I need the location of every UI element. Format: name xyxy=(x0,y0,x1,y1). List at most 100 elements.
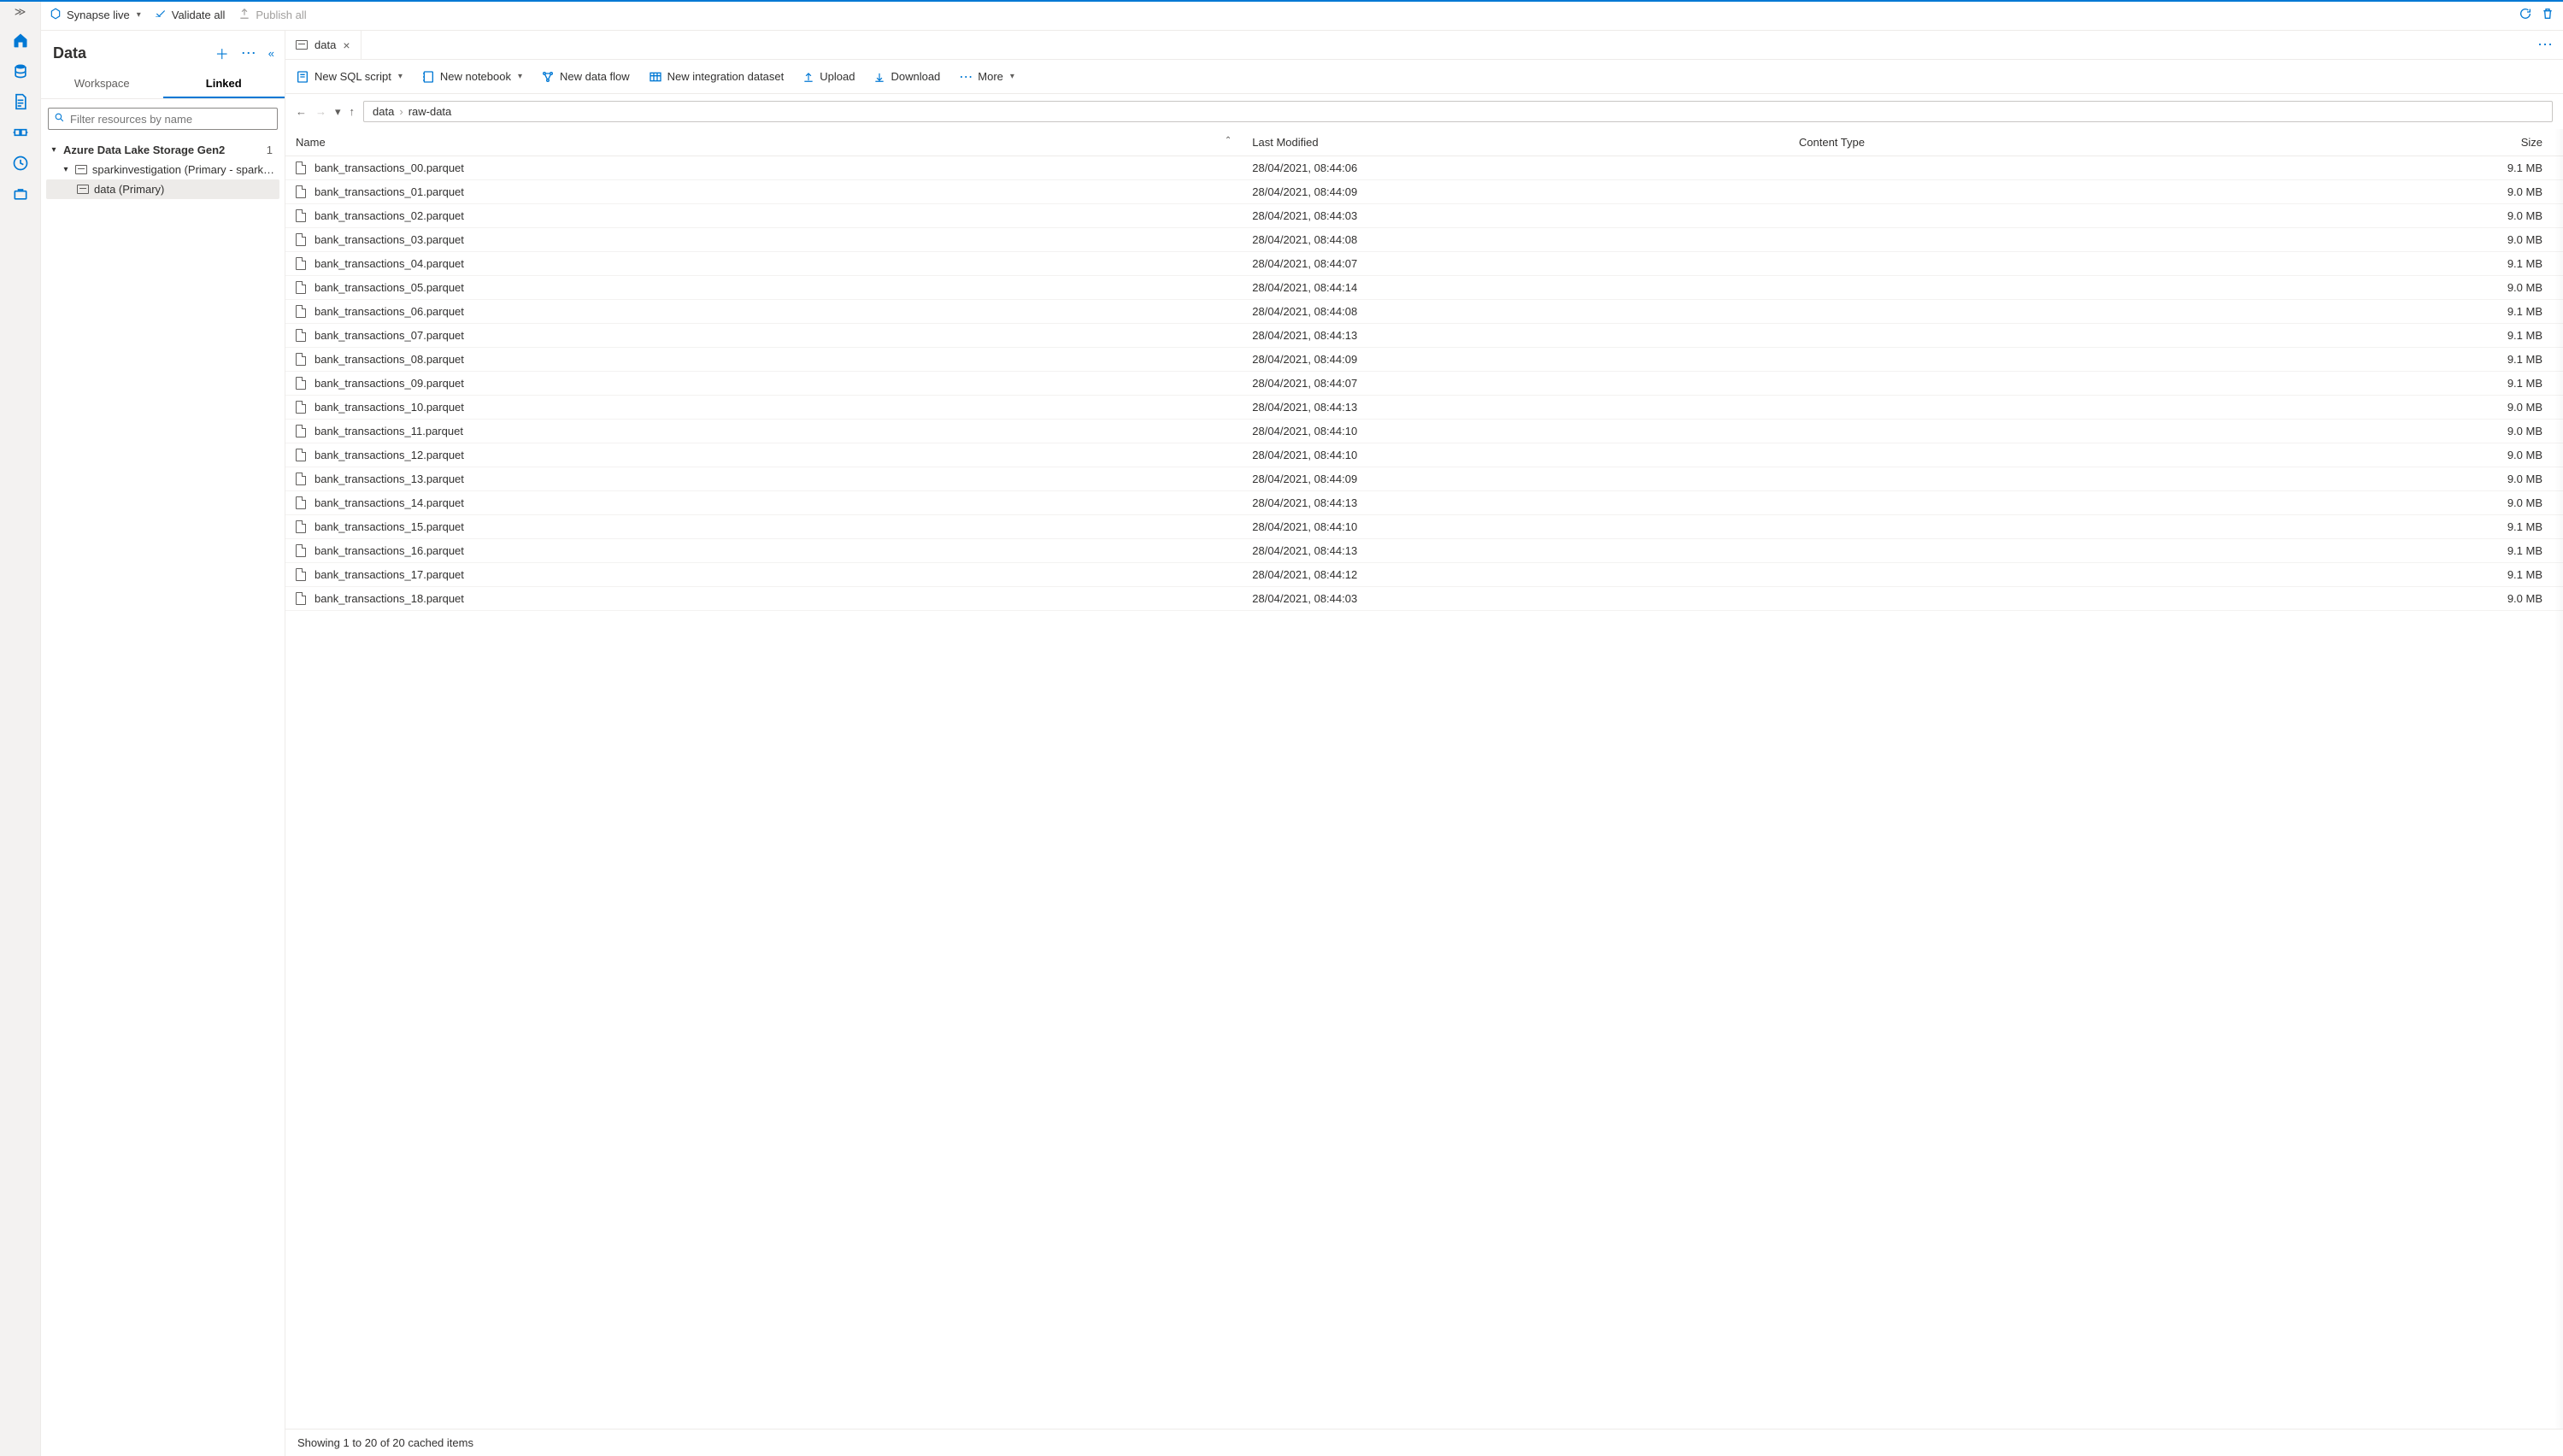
file-modified: 28/04/2021, 08:44:10 xyxy=(1242,443,1789,467)
tab-linked[interactable]: Linked xyxy=(163,70,285,98)
col-header-name[interactable]: Name⌃ xyxy=(285,129,1242,156)
nav-back-button[interactable]: ← xyxy=(296,105,307,119)
table-row[interactable]: bank_transactions_01.parquet28/04/2021, … xyxy=(285,180,2563,204)
file-modified: 28/04/2021, 08:44:13 xyxy=(1242,539,1789,563)
tree-node-account[interactable]: ▾ sparkinvestigation (Primary - sparki… xyxy=(46,160,279,179)
file-table: Name⌃ Last Modified Content Type Size ba… xyxy=(285,129,2563,611)
file-type xyxy=(1789,180,2290,204)
table-row[interactable]: bank_transactions_14.parquet28/04/2021, … xyxy=(285,491,2563,515)
new-dataset-button[interactable]: New integration dataset xyxy=(649,70,785,84)
file-icon xyxy=(296,473,306,485)
panel-more-button[interactable]: ⋯ xyxy=(241,48,256,58)
file-icon xyxy=(296,257,306,270)
publish-all-label: Publish all xyxy=(256,9,306,21)
chevron-down-icon: ▾ xyxy=(518,72,522,81)
file-size: 9.1 MB xyxy=(2290,515,2563,539)
table-row[interactable]: bank_transactions_13.parquet28/04/2021, … xyxy=(285,467,2563,491)
path-row: ← → ▾ ↑ data › raw-data xyxy=(285,94,2563,129)
file-type xyxy=(1789,396,2290,420)
new-dataflow-button[interactable]: New data flow xyxy=(541,70,630,84)
collapse-panel-button[interactable]: « xyxy=(268,47,274,60)
file-size: 9.0 MB xyxy=(2290,420,2563,443)
tree-node-adls[interactable]: ▾ Azure Data Lake Storage Gen2 1 xyxy=(46,140,279,160)
col-header-modified[interactable]: Last Modified xyxy=(1242,129,1789,156)
new-notebook-button[interactable]: New notebook ▾ xyxy=(421,70,522,84)
table-row[interactable]: bank_transactions_08.parquet28/04/2021, … xyxy=(285,348,2563,372)
hexagon-icon xyxy=(50,8,62,22)
window-accent xyxy=(0,0,2563,2)
filter-input[interactable] xyxy=(70,113,272,126)
more-actions-button[interactable]: ⋯ More ▾ xyxy=(959,68,1014,85)
file-name: bank_transactions_17.parquet xyxy=(314,568,464,581)
monitor-icon[interactable] xyxy=(11,154,30,173)
table-row[interactable]: bank_transactions_06.parquet 28/04/2021, … xyxy=(285,300,2563,324)
nav-up-button[interactable]: ↑ xyxy=(350,105,356,119)
manage-icon[interactable] xyxy=(11,185,30,203)
file-type xyxy=(1789,539,2290,563)
nav-forward-button[interactable]: → xyxy=(315,105,326,119)
file-name: bank_transactions_16.parquet xyxy=(314,544,464,557)
table-row[interactable]: bank_transactions_18.parquet28/04/2021, … xyxy=(285,587,2563,611)
breadcrumb[interactable]: data › raw-data xyxy=(363,101,2553,122)
expand-rail-button[interactable]: ≫ xyxy=(15,5,26,19)
data-hub-icon[interactable] xyxy=(11,62,30,80)
table-row[interactable]: bank_transactions_16.parquet 28/04/2021, … xyxy=(285,539,2563,563)
panel-tabs: Workspace Linked xyxy=(41,70,285,99)
scrollbar[interactable] xyxy=(2554,129,2563,1429)
integrate-icon[interactable] xyxy=(11,123,30,142)
chevron-down-icon: ▾ xyxy=(137,10,141,20)
validate-all-button[interactable]: Validate all xyxy=(155,8,226,22)
file-modified: 28/04/2021, 08:44:09 xyxy=(1242,180,1789,204)
editor-tab-data[interactable]: data × xyxy=(285,31,362,59)
tb-label: New integration dataset xyxy=(667,70,785,83)
table-row[interactable]: bank_transactions_09.parquet28/04/2021, … xyxy=(285,372,2563,396)
file-name: bank_transactions_03.parquet xyxy=(314,233,464,246)
nav-down-button[interactable]: ▾ xyxy=(335,105,341,119)
home-icon[interactable] xyxy=(11,31,30,50)
live-mode-selector[interactable]: Synapse live ▾ xyxy=(50,8,141,22)
file-toolbar: New SQL script ▾ New notebook ▾ New data… xyxy=(285,60,2563,94)
filter-resources[interactable] xyxy=(48,108,278,130)
file-modified: 28/04/2021, 08:44:08 xyxy=(1242,228,1789,252)
file-modified: 28/04/2021, 08:44:06 xyxy=(1242,156,1789,180)
table-row[interactable]: bank_transactions_11.parquet28/04/2021, … xyxy=(285,420,2563,443)
col-header-size[interactable]: Size xyxy=(2290,129,2563,156)
file-type xyxy=(1789,491,2290,515)
table-row[interactable]: bank_transactions_02.parquet28/04/2021, … xyxy=(285,204,2563,228)
file-name: bank_transactions_06.parquet xyxy=(314,305,464,318)
table-row[interactable]: bank_transactions_15.parquet28/04/2021, … xyxy=(285,515,2563,539)
file-name: bank_transactions_08.parquet xyxy=(314,353,464,366)
tree-root-count: 1 xyxy=(267,144,276,156)
table-row[interactable]: bank_transactions_00.parquet28/04/2021, … xyxy=(285,156,2563,180)
file-modified: 28/04/2021, 08:44:13 xyxy=(1242,396,1789,420)
table-row[interactable]: bank_transactions_05.parquet28/04/2021, … xyxy=(285,276,2563,300)
file-table-scroll[interactable]: Name⌃ Last Modified Content Type Size ba… xyxy=(285,129,2563,1429)
new-sql-script-button[interactable]: New SQL script ▾ xyxy=(296,70,403,84)
close-tab-button[interactable]: × xyxy=(343,38,350,52)
tree-container-label: data (Primary) xyxy=(94,183,164,196)
develop-icon[interactable] xyxy=(11,92,30,111)
col-header-type[interactable]: Content Type xyxy=(1789,129,2290,156)
table-row[interactable]: bank_transactions_17.parquet28/04/2021, … xyxy=(285,563,2563,587)
refresh-button[interactable] xyxy=(2519,7,2532,23)
tree-node-container[interactable]: data (Primary) xyxy=(46,179,279,199)
file-size: 9.1 MB xyxy=(2290,252,2563,276)
upload-button[interactable]: Upload xyxy=(802,70,855,83)
table-row[interactable]: bank_transactions_12.parquet28/04/2021, … xyxy=(285,443,2563,467)
check-icon xyxy=(155,8,167,22)
breadcrumb-root[interactable]: data xyxy=(373,105,394,118)
add-resource-button[interactable]: ＋ xyxy=(215,43,229,63)
table-row[interactable]: bank_transactions_03.parquet 28/04/2021, … xyxy=(285,228,2563,252)
table-row[interactable]: bank_transactions_10.parquet28/04/2021, … xyxy=(285,396,2563,420)
file-modified: 28/04/2021, 08:44:10 xyxy=(1242,420,1789,443)
file-size: 9.1 MB xyxy=(2290,348,2563,372)
file-icon xyxy=(296,449,306,461)
tab-workspace[interactable]: Workspace xyxy=(41,70,163,98)
editor-tab-more[interactable]: ⋯ xyxy=(2527,31,2563,59)
delete-button[interactable] xyxy=(2541,7,2554,23)
table-row[interactable]: bank_transactions_07.parquet28/04/2021, … xyxy=(285,324,2563,348)
table-row[interactable]: bank_transactions_04.parquet28/04/2021, … xyxy=(285,252,2563,276)
file-name: bank_transactions_07.parquet xyxy=(314,329,464,342)
download-button[interactable]: Download xyxy=(873,70,940,83)
file-modified: 28/04/2021, 08:44:08 xyxy=(1242,300,1789,324)
